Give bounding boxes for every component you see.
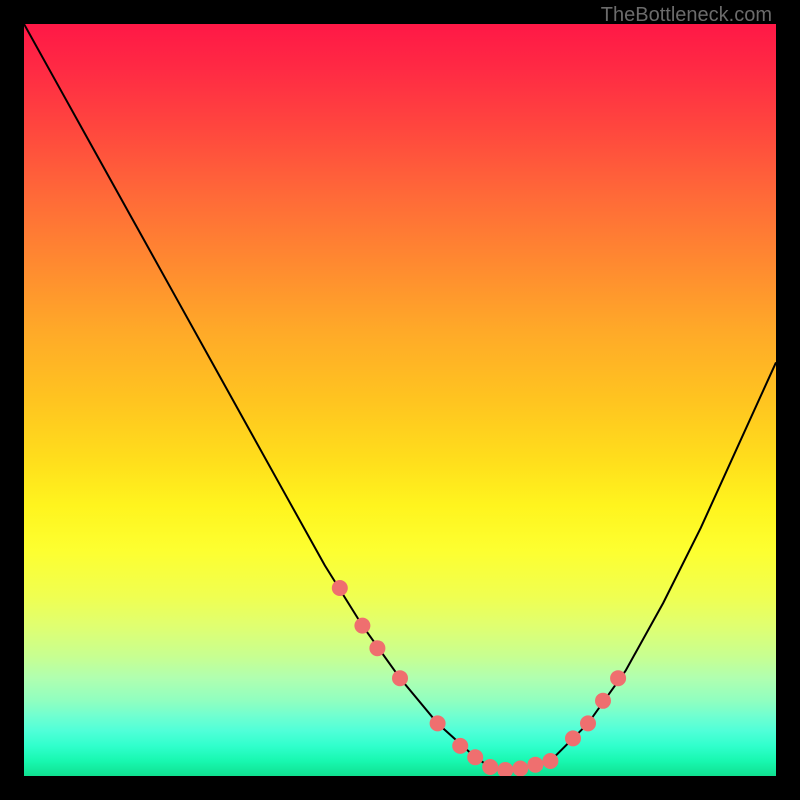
marker-dot [332, 580, 348, 596]
marker-dot [610, 670, 626, 686]
marker-dot [369, 640, 385, 656]
marker-dot [527, 757, 543, 773]
marker-dot [595, 693, 611, 709]
marker-dot [430, 715, 446, 731]
marker-dot [512, 761, 528, 777]
curve-line [24, 24, 776, 770]
chart-overlay [24, 24, 776, 776]
marker-dot [467, 749, 483, 765]
marker-dot [392, 670, 408, 686]
marker-dot [482, 759, 498, 775]
marker-dot [565, 730, 581, 746]
chart-frame: TheBottleneck.com [0, 0, 800, 800]
marker-dot [580, 715, 596, 731]
watermark-text: TheBottleneck.com [601, 4, 772, 27]
marker-dot [542, 753, 558, 769]
marker-dots [332, 580, 626, 776]
marker-dot [497, 762, 513, 776]
marker-dot [452, 738, 468, 754]
marker-dot [354, 618, 370, 634]
